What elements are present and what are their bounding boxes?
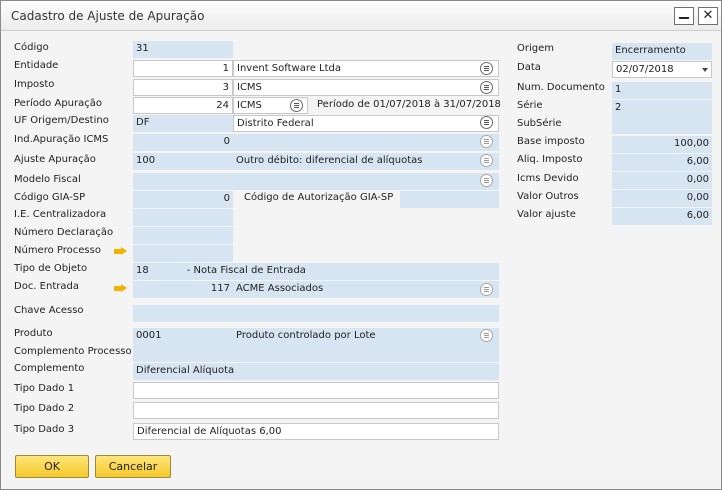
num-documento-field[interactable]: 1: [612, 82, 712, 99]
label-icms-devido: Icms Devido: [517, 173, 579, 184]
label-num-processo: Número Processo: [14, 245, 101, 256]
compl-processo-field[interactable]: [133, 345, 499, 362]
label-serie: Série: [517, 100, 543, 111]
uf-list-icon[interactable]: [480, 116, 493, 129]
serie-field[interactable]: 2: [612, 100, 712, 117]
imposto-number-field[interactable]: 3: [133, 79, 233, 96]
label-periodo: Período Apuração: [14, 98, 102, 109]
tipo-objeto-code: 18: [136, 265, 149, 276]
cancel-button[interactable]: Cancelar: [95, 455, 171, 478]
label-num-documento: Num. Documento: [517, 82, 605, 93]
tipo-dado-1-field[interactable]: [133, 382, 499, 399]
label-compl-processo: Complemento Processo: [14, 346, 132, 357]
imposto-name-field[interactable]: ICMS: [233, 79, 499, 96]
cod-autorizacao-field[interactable]: [400, 191, 499, 208]
complemento-field[interactable]: Diferencial Alíquota: [133, 363, 499, 380]
doc-entrada-list-icon[interactable]: [480, 283, 493, 296]
subserie-field[interactable]: [612, 117, 712, 134]
label-num-declaracao: Número Declaração: [14, 227, 114, 238]
data-value: 02/07/2018: [616, 64, 674, 75]
entidade-number-field[interactable]: 1: [133, 60, 233, 77]
label-doc-entrada: Doc. Entrada: [14, 281, 79, 292]
label-codigo: Código: [14, 42, 49, 53]
ok-button[interactable]: OK: [15, 455, 89, 478]
label-tipo-dado-3: Tipo Dado 3: [14, 424, 75, 435]
produto-desc-field[interactable]: Produto controlado por Lote: [233, 328, 499, 345]
aliq-imposto-field[interactable]: 6,00: [612, 154, 712, 171]
label-tipo-objeto: Tipo de Objeto: [14, 263, 88, 274]
periodo-description: Período de 01/07/2018 à 31/07/2018: [317, 99, 501, 110]
num-declaracao-field[interactable]: [133, 227, 233, 244]
label-tipo-dado-2: Tipo Dado 2: [14, 403, 75, 414]
label-produto: Produto: [14, 328, 53, 339]
label-cod-autorizacao: Código de Autorização GIA-SP: [244, 192, 394, 203]
entidade-list-icon[interactable]: [480, 62, 493, 75]
uf-code-field[interactable]: DF: [133, 115, 233, 132]
imposto-list-icon[interactable]: [480, 81, 493, 94]
label-ajuste: Ajuste Apuração: [14, 154, 96, 165]
label-imposto: Imposto: [14, 79, 55, 90]
label-data: Data: [517, 62, 541, 73]
label-uf: UF Origem/Destino: [14, 115, 109, 126]
tipo-dado-3-field[interactable]: Diferencial de Alíquotas 6,00: [133, 423, 499, 440]
num-processo-field[interactable]: [133, 245, 233, 262]
link-arrow-icon[interactable]: [114, 284, 127, 293]
periodo-list-icon[interactable]: [290, 99, 303, 112]
ind-apuracao-field[interactable]: 0: [133, 134, 233, 151]
modelo-list-icon[interactable]: [480, 174, 493, 187]
chevron-down-icon[interactable]: [702, 68, 708, 72]
icms-devido-field[interactable]: 0,00: [612, 172, 712, 189]
tipo-objeto-desc: - Nota Fiscal de Entrada: [186, 265, 306, 276]
codigo-gia-field[interactable]: 0: [133, 191, 233, 208]
label-codigo-gia: Código GIA-SP: [14, 192, 86, 203]
ie-field[interactable]: [133, 209, 233, 226]
label-base-imposto: Base imposto: [517, 136, 585, 147]
label-ie: I.E. Centralizadora: [14, 209, 107, 220]
window-title: Cadastro de Ajuste de Apuração: [11, 9, 205, 23]
ind-apuracao-desc-field[interactable]: [233, 134, 499, 151]
ajuste-desc-field[interactable]: Outro débito: diferencial de alíquotas: [233, 153, 499, 170]
label-modelo: Modelo Fiscal: [14, 174, 81, 185]
ajuste-list-icon[interactable]: [480, 154, 493, 167]
uf-name-field[interactable]: Distrito Federal: [233, 115, 499, 132]
title-bar: Cadastro de Ajuste de Apuração ✕: [1, 1, 721, 31]
modelo-desc-field[interactable]: [233, 173, 499, 190]
entidade-name-field[interactable]: Invent Software Ltda: [233, 60, 499, 77]
label-origem: Origem: [517, 43, 555, 54]
doc-entrada-number-field[interactable]: 117: [133, 281, 233, 298]
label-complemento: Complemento: [14, 363, 85, 374]
dialog-window: Cadastro de Ajuste de Apuração ✕ Código …: [0, 0, 722, 490]
label-valor-outros: Valor Outros: [517, 191, 579, 202]
label-ind-apuracao: Ind.Apuração ICMS: [14, 134, 109, 145]
label-chave: Chave Acesso: [14, 305, 84, 316]
minimize-button[interactable]: [674, 7, 694, 25]
codigo-field[interactable]: 31: [133, 41, 233, 58]
label-tipo-dado-1: Tipo Dado 1: [14, 383, 75, 394]
base-imposto-field[interactable]: 100,00: [612, 136, 712, 153]
ind-apuracao-list-icon[interactable]: [480, 135, 493, 148]
label-aliq-imposto: Aliq. Imposto: [517, 154, 583, 165]
label-valor-ajuste: Valor ajuste: [517, 209, 576, 220]
valor-ajuste-field[interactable]: 6,00: [612, 208, 712, 225]
origem-field[interactable]: Encerramento: [612, 43, 712, 60]
valor-outros-field[interactable]: 0,00: [612, 190, 712, 207]
tipo-dado-2-field[interactable]: [133, 402, 499, 419]
doc-entrada-name-field[interactable]: ACME Associados: [233, 281, 499, 298]
link-arrow-icon[interactable]: [114, 247, 127, 256]
ajuste-code-field[interactable]: 100: [133, 153, 233, 170]
chave-field[interactable]: [133, 305, 499, 322]
label-entidade: Entidade: [14, 60, 59, 71]
label-subserie: SubSérie: [517, 118, 562, 129]
tipo-objeto-field[interactable]: 18 - Nota Fiscal de Entrada: [133, 263, 499, 280]
produto-list-icon[interactable]: [480, 329, 493, 342]
produto-code-field[interactable]: 0001: [133, 328, 233, 345]
close-button[interactable]: ✕: [698, 7, 718, 25]
modelo-field[interactable]: [133, 173, 233, 190]
data-field[interactable]: 02/07/2018: [612, 61, 712, 78]
periodo-number-field[interactable]: 24: [133, 97, 233, 114]
